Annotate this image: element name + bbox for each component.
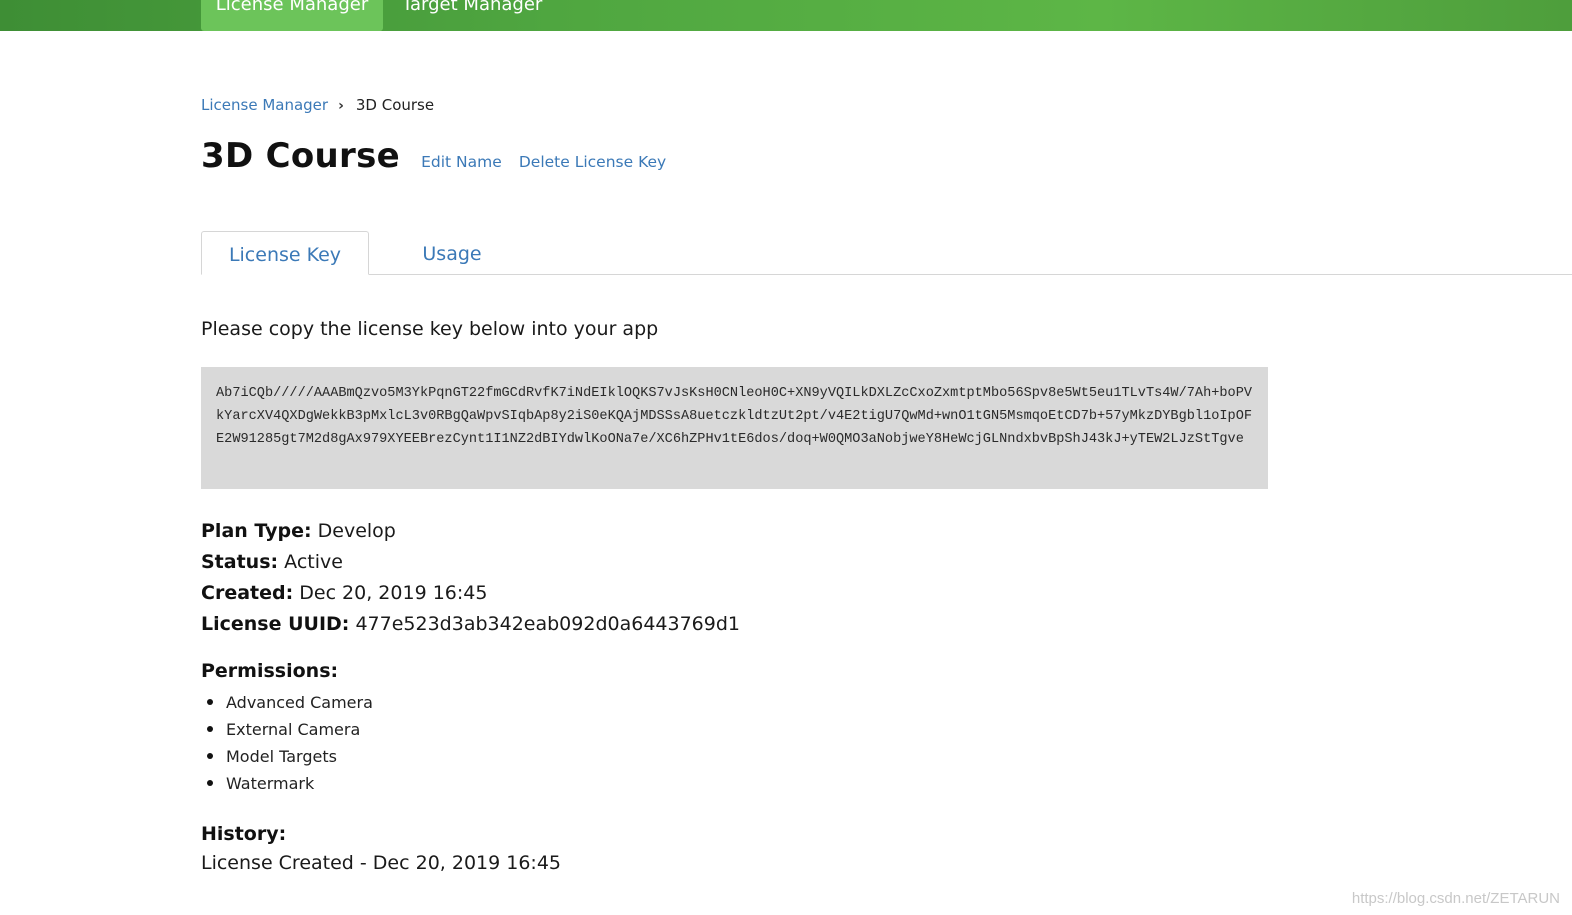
detail-label: License UUID: <box>201 613 350 635</box>
bullet-icon <box>207 699 213 705</box>
top-nav-bar: License Manager Target Manager <box>0 0 1572 31</box>
title-row: 3D Course Edit Name Delete License Key <box>201 136 666 176</box>
tab-usage[interactable]: Usage <box>395 231 509 275</box>
license-details: Plan Type: Develop Status: Active Create… <box>201 516 740 640</box>
permission-label: Advanced Camera <box>226 693 373 712</box>
detail-label: Status: <box>201 551 279 573</box>
breadcrumb-current: 3D Course <box>355 96 435 114</box>
permission-label: External Camera <box>226 720 361 739</box>
delete-license-key-link[interactable]: Delete License Key <box>519 153 666 171</box>
license-key-box[interactable]: Ab7iCQb/////AAABmQzvo5M3YkPqnGT22fmGCdRv… <box>201 367 1268 489</box>
breadcrumb: License Manager › 3D Course <box>201 94 434 117</box>
detail-label: Plan Type: <box>201 520 312 542</box>
detail-created: Created: Dec 20, 2019 16:45 <box>201 578 740 609</box>
copy-instruction: Please copy the license key below into y… <box>201 318 659 340</box>
bullet-icon <box>207 726 213 732</box>
permission-label: Watermark <box>226 774 315 793</box>
detail-license-uuid: License UUID: 477e523d3ab342eab092d0a644… <box>201 609 740 640</box>
nav-tab-target-manager[interactable]: Target Manager <box>402 0 542 31</box>
permissions-list: Advanced Camera External Camera Model Ta… <box>201 689 373 797</box>
detail-plan-type: Plan Type: Develop <box>201 516 740 547</box>
list-item: Advanced Camera <box>201 689 373 716</box>
breadcrumb-license-manager-link[interactable]: License Manager <box>201 96 328 114</box>
chevron-right-icon: › <box>338 98 344 114</box>
bullet-icon <box>207 753 213 759</box>
permission-label: Model Targets <box>226 747 337 766</box>
bullet-icon <box>207 780 213 786</box>
edit-name-link[interactable]: Edit Name <box>421 153 502 171</box>
detail-label: Created: <box>201 582 294 604</box>
list-item: External Camera <box>201 716 373 743</box>
permissions-heading: Permissions: <box>201 660 339 682</box>
detail-value[interactable]: 477e523d3ab342eab092d0a6443769d1 <box>355 613 740 635</box>
tab-license-key[interactable]: License Key <box>201 231 369 275</box>
detail-value: Dec 20, 2019 16:45 <box>299 582 488 604</box>
list-item: Model Targets <box>201 743 373 770</box>
nav-tab-license-manager[interactable]: License Manager <box>201 0 383 31</box>
watermark-text: https://blog.csdn.net/ZETARUN <box>1351 890 1560 907</box>
detail-value: Develop <box>317 520 396 542</box>
detail-value: Active <box>284 551 343 573</box>
history-entry: License Created - Dec 20, 2019 16:45 <box>201 852 562 874</box>
list-item: Watermark <box>201 770 373 797</box>
detail-status: Status: Active <box>201 547 740 578</box>
page-title: 3D Course <box>201 136 400 176</box>
history-heading: History: <box>201 823 287 845</box>
